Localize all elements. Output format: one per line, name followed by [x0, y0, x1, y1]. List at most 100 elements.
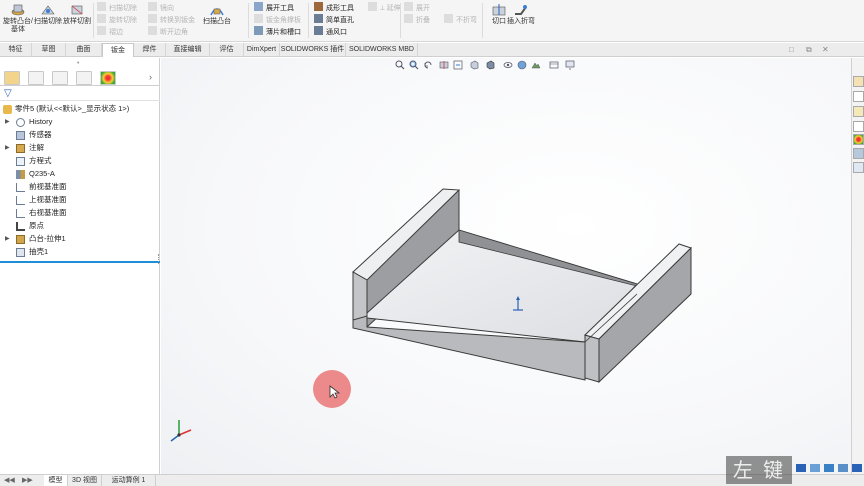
- origin-icon: [16, 222, 25, 231]
- tab-dimxpert[interactable]: DimXpert: [244, 43, 280, 57]
- part-icon: [3, 105, 12, 114]
- tab-sheetmetal[interactable]: 钣金: [102, 43, 134, 57]
- simple-hole-icon: [314, 14, 323, 23]
- insert-bends-label: 插入折弯: [507, 18, 535, 25]
- unfold-icon: [404, 2, 413, 11]
- plane-icon: [16, 209, 25, 218]
- panel-grip-icon[interactable]: •: [77, 60, 79, 67]
- file-explorer-icon[interactable]: [853, 106, 864, 117]
- reference-triad-icon[interactable]: [170, 420, 192, 442]
- revolve-boss-button[interactable]: 旋转凸台/基体: [3, 1, 33, 39]
- solidworks-window: 旋转凸台/基体 扫描切除 放样切割 扫描切除 旋转切除 褶边 镜向 转换到钣金 …: [0, 0, 864, 486]
- mirror-icon: [148, 2, 157, 11]
- tab-direct-editing[interactable]: 直接编辑: [166, 43, 210, 57]
- dimxpert-manager-tab-icon[interactable]: [76, 71, 92, 85]
- expand-arrow-icon[interactable]: ▶: [5, 116, 10, 128]
- ribbon-item-unfold[interactable]: 展开: [404, 2, 430, 14]
- tab-solidworks-addins[interactable]: SOLIDWORKS 插件: [280, 43, 346, 57]
- annotation-icon: [16, 144, 25, 153]
- ribbon-item-no-bends[interactable]: 不折弯: [444, 14, 477, 26]
- ribbon-separator: [93, 3, 94, 38]
- custom-properties-icon[interactable]: [853, 148, 864, 159]
- tree-root-label: 零件5 (默认<<默认>_显示状态 1>): [15, 104, 130, 113]
- break-corner-icon: [148, 26, 157, 35]
- ribbon-item-simple-hole[interactable]: 简单直孔: [314, 14, 354, 26]
- tile-icon[interactable]: ⧉: [806, 45, 812, 55]
- ribbon-item-vent[interactable]: 通风口: [314, 26, 347, 38]
- tab-sketch[interactable]: 草图: [32, 43, 66, 57]
- view-palette-icon[interactable]: [853, 121, 864, 132]
- revolve-boss-label: 旋转凸台/基体: [3, 18, 33, 33]
- ribbon-item-forming-tool[interactable]: 成形工具: [314, 2, 354, 14]
- appearances-icon[interactable]: [853, 134, 864, 145]
- swept-cut-button[interactable]: 扫描切除: [33, 1, 63, 39]
- rollback-bar[interactable]: [0, 261, 160, 263]
- sensor-icon: [16, 131, 25, 140]
- filter-icon[interactable]: ▽: [4, 88, 12, 99]
- tab-motion-study[interactable]: 运动算例 1: [102, 475, 156, 486]
- mouse-icon[interactable]: [810, 464, 820, 472]
- swept-cut-icon: [41, 5, 55, 15]
- language-icon[interactable]: [852, 464, 862, 472]
- right-wall-front-face[interactable]: [584, 334, 600, 383]
- command-manager-ribbon: 旋转凸台/基体 扫描切除 放样切割 扫描切除 旋转切除 褶边 镜向 转换到钣金 …: [0, 0, 864, 42]
- part-model[interactable]: [161, 58, 851, 474]
- tab-weldments[interactable]: 焊件: [134, 43, 166, 57]
- tab-model[interactable]: 模型: [44, 475, 68, 486]
- scroll-left-icon[interactable]: ◀◀: [4, 476, 15, 484]
- material-icon: [16, 170, 25, 179]
- ribbon-item-scan-cut[interactable]: 扫描切除: [97, 2, 137, 14]
- scroll-right-icon[interactable]: ▶▶: [22, 476, 33, 484]
- expand-arrow-icon[interactable]: ▶: [5, 233, 10, 245]
- loft-cut-label: 放样切割: [63, 18, 91, 25]
- ribbon-item-hem[interactable]: 褶边: [97, 26, 123, 38]
- ribbon-item-fold-back[interactable]: 折叠: [404, 14, 430, 26]
- ribbon-item-tab-slot[interactable]: 薄片和槽口: [254, 26, 301, 38]
- chevron-right-icon[interactable]: ›: [149, 72, 152, 82]
- swept-cut-label: 扫描切除: [34, 18, 62, 25]
- ribbon-item-revolve-cut[interactable]: 旋转切除: [97, 14, 137, 26]
- property-manager-tab-icon[interactable]: [28, 71, 44, 85]
- tab-surfaces[interactable]: 曲面: [66, 43, 102, 57]
- display-icon[interactable]: [824, 464, 834, 472]
- solidworks-resources-icon[interactable]: [853, 76, 864, 87]
- tab-3d-views[interactable]: 3D 视图: [68, 475, 102, 486]
- equation-icon: [16, 157, 25, 166]
- plane-icon: [16, 196, 25, 205]
- tree-filter-row: ▽: [0, 87, 160, 101]
- sweep-icon: [210, 8, 224, 16]
- network-icon[interactable]: [838, 464, 848, 472]
- ribbon-item-fold[interactable]: ⟂ 延伸: [368, 2, 401, 14]
- forum-icon[interactable]: [853, 162, 864, 173]
- ribbon-item-convert-sheetmetal[interactable]: 转换到钣金: [148, 14, 195, 26]
- display-manager-tab-icon[interactable]: [100, 71, 116, 85]
- restore-icon[interactable]: □: [789, 45, 794, 54]
- extend-icon: [368, 2, 377, 11]
- graphics-area[interactable]: [161, 58, 851, 474]
- feature-manager-tab-icon[interactable]: [4, 71, 20, 85]
- close-document-icon[interactable]: ✕: [822, 45, 829, 54]
- ribbon-item-unfold-tool[interactable]: 展开工具: [254, 2, 294, 14]
- ribbon-item-mirror[interactable]: 镜向: [148, 2, 174, 14]
- ribbon-item-break-corner[interactable]: 断开边角: [148, 26, 188, 38]
- revolve-cut-icon: [97, 14, 106, 23]
- insert-bends-button[interactable]: 插入折弯: [506, 1, 536, 39]
- tab-solidworks-mbd[interactable]: SOLIDWORKS MBD: [346, 43, 418, 57]
- no-bends-icon: [444, 14, 453, 23]
- fold-icon: [404, 14, 413, 23]
- tab-slot-icon: [254, 26, 263, 35]
- design-library-icon[interactable]: [853, 91, 864, 102]
- sweep-boss-button[interactable]: 扫描凸台: [202, 1, 232, 39]
- sweep-boss-label: 扫描凸台: [203, 18, 231, 25]
- tab-features[interactable]: 特征: [0, 43, 32, 57]
- tab-evaluate[interactable]: 评估: [210, 43, 244, 57]
- keyboard-icon[interactable]: [796, 464, 806, 472]
- ribbon-item-gusset[interactable]: 钣金角撑板: [254, 14, 301, 26]
- manager-tabs: ›: [0, 70, 160, 86]
- cut-icon: [492, 4, 506, 16]
- command-tabs: 特征 草图 曲面 钣金 焊件 直接编辑 评估 DimXpert SOLIDWOR…: [0, 43, 864, 57]
- expand-arrow-icon[interactable]: ▶: [5, 142, 10, 154]
- feature-manager-panel: • › ▽ 零件5 (默认<<默认>_显示状态 1>) ▶ History 传感…: [0, 58, 160, 474]
- loft-cut-button[interactable]: 放样切割: [62, 1, 92, 39]
- configuration-manager-tab-icon[interactable]: [52, 71, 68, 85]
